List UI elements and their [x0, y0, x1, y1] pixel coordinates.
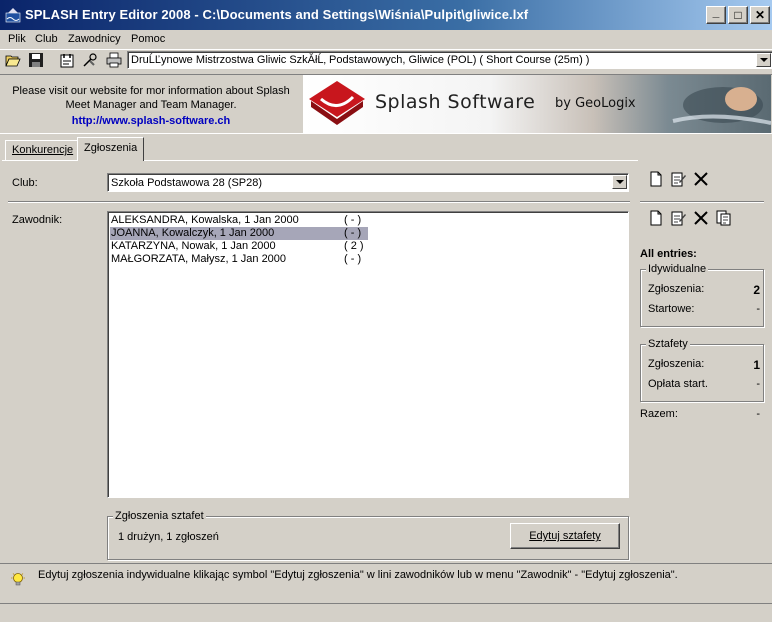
individual-group-legend: Idywidualne	[646, 263, 709, 275]
delete-icon[interactable]	[693, 210, 709, 226]
promo-line-1: Please visit our website for mor informa…	[12, 85, 290, 97]
splash-logo-icon	[309, 81, 365, 125]
meet-select[interactable]: DruĹĽynowe Mistrzostwa Gliwic SzkĂłĹ‚ Po…	[127, 51, 772, 69]
hint-text: Edytuj zgłoszenia indywidualne klikając …	[38, 569, 678, 581]
entries-list-icon[interactable]	[716, 210, 732, 226]
swimmer-entry-count: ( - )	[344, 253, 362, 265]
total-value: -	[756, 408, 760, 420]
list-item[interactable]: MAŁGORZATA, Małysz, 1 Jan 2000 ( - )	[110, 253, 368, 266]
logo-name: Splash Software	[375, 91, 536, 113]
tab-zgloszenia-label: Zgłoszenia	[84, 142, 138, 154]
club-select[interactable]: Szkoła Podstawowa 28 (SP28)	[107, 173, 629, 192]
minimize-button[interactable]: _	[706, 6, 726, 24]
individual-entries-label: Zgłoszenia:	[648, 283, 705, 295]
website-link[interactable]: http://www.splash-software.ch	[72, 115, 231, 127]
swimmer-name: KATARZYNA, Nowak, 1 Jan 2000	[111, 240, 276, 252]
swimmer-photo	[672, 87, 771, 125]
status-bar	[0, 603, 772, 622]
club-label: Club:	[12, 177, 38, 189]
relay-fee-value: -	[756, 378, 760, 390]
menu-pomoc[interactable]: Pomoc	[131, 33, 165, 45]
maximize-icon: □	[734, 8, 742, 22]
window-title: SPLASH Entry Editor 2008 - C:\Documents …	[25, 7, 529, 22]
separator	[640, 201, 764, 203]
swimmer-name: MAŁGORZATA, Małysz, 1 Jan 2000	[111, 253, 287, 265]
all-entries-title: All entries:	[640, 248, 697, 260]
swimmer-name: ALEKSANDRA, Kowalska, 1 Jan 2000	[111, 214, 299, 226]
tab-zgloszenia[interactable]: Zgłoszenia	[77, 137, 145, 161]
club-select-value: Szkoła Podstawowa 28 (SP28)	[111, 177, 263, 189]
new-document-icon[interactable]	[648, 171, 664, 187]
swimmer-entry-count: ( 2 )	[344, 240, 364, 252]
title-bar[interactable]: SPLASH Entry Editor 2008 - C:\Documents …	[0, 0, 772, 30]
tab-konkurencje-label: Konkurencje	[12, 144, 74, 156]
swimmer-entry-count: ( - )	[344, 227, 362, 239]
logo-byline: by GeoLogix	[555, 96, 636, 111]
swimmer-list[interactable]: ALEKSANDRA, Kowalska, 1 Jan 2000 ( - ) J…	[107, 211, 629, 498]
splash-logo-banner: Splash Software by GeoLogix	[303, 75, 771, 133]
lightbulb-icon	[11, 573, 25, 586]
individual-starts-value: -	[756, 303, 760, 315]
open-folder-icon[interactable]	[5, 52, 21, 68]
individual-group	[640, 269, 764, 327]
relay-group-legend: Zgłoszenia sztafet	[113, 510, 206, 522]
individual-starts-label: Startowe:	[648, 303, 695, 315]
relay-summary-legend: Sztafety	[646, 338, 690, 350]
delete-icon[interactable]	[693, 171, 709, 187]
relay-summary-group	[640, 344, 764, 402]
close-icon: ✕	[754, 8, 766, 22]
meet-select-value: DruĹĽynowe Mistrzostwa Gliwic SzkĂłĹ‚ Po…	[131, 54, 590, 66]
list-item[interactable]: ALEKSANDRA, Kowalska, 1 Jan 2000 ( - )	[110, 214, 368, 227]
tools-icon[interactable]	[82, 52, 98, 68]
swimmer-label: Zawodnik:	[12, 214, 63, 226]
list-item[interactable]: JOANNA, Kowalczyk, 1 Jan 2000 ( - )	[110, 227, 368, 240]
relay-summary: 1 drużyn, 1 zgłoszeń	[118, 531, 219, 543]
relay-entries-value: 1	[753, 358, 760, 372]
meet-dropdown-button[interactable]	[756, 53, 771, 67]
promo-line-2: Meet Manager and Team Manager.	[65, 99, 237, 111]
tab-konkurencje[interactable]: Konkurencje	[5, 140, 81, 160]
relay-fee-label: Opłata start.	[648, 378, 708, 390]
chevron-down-icon	[615, 180, 624, 184]
edit-document-icon[interactable]	[670, 210, 686, 226]
club-dropdown-button[interactable]	[612, 175, 627, 189]
close-button[interactable]: ✕	[750, 6, 770, 24]
new-document-icon[interactable]	[648, 210, 664, 226]
edit-relays-label: Edytuj sztafety	[529, 530, 601, 542]
properties-icon[interactable]	[59, 52, 75, 68]
minimize-icon: _	[712, 5, 720, 19]
swimmer-entry-count: ( - )	[344, 214, 362, 226]
separator	[8, 201, 630, 203]
relay-entries-label: Zgłoszenia:	[648, 358, 705, 370]
menu-club[interactable]: Club	[35, 33, 58, 45]
menu-zawodnicy[interactable]: Zawodnicy	[68, 33, 121, 45]
maximize-button[interactable]: □	[728, 6, 748, 24]
save-icon[interactable]	[28, 52, 44, 68]
total-label: Razem:	[640, 408, 678, 420]
swimmer-name: JOANNA, Kowalczyk, 1 Jan 2000	[111, 227, 275, 239]
app-icon	[5, 8, 21, 23]
chevron-down-icon	[759, 58, 768, 62]
edit-document-icon[interactable]	[670, 171, 686, 187]
list-item[interactable]: KATARZYNA, Nowak, 1 Jan 2000 ( 2 )	[110, 240, 368, 253]
menu-plik[interactable]: Plik	[8, 33, 26, 45]
edit-relays-button[interactable]: Edytuj sztafety	[510, 523, 620, 549]
print-icon[interactable]	[106, 52, 122, 68]
individual-entries-value: 2	[753, 283, 760, 297]
promo-text: Please visit our website for mor informa…	[6, 84, 296, 128]
